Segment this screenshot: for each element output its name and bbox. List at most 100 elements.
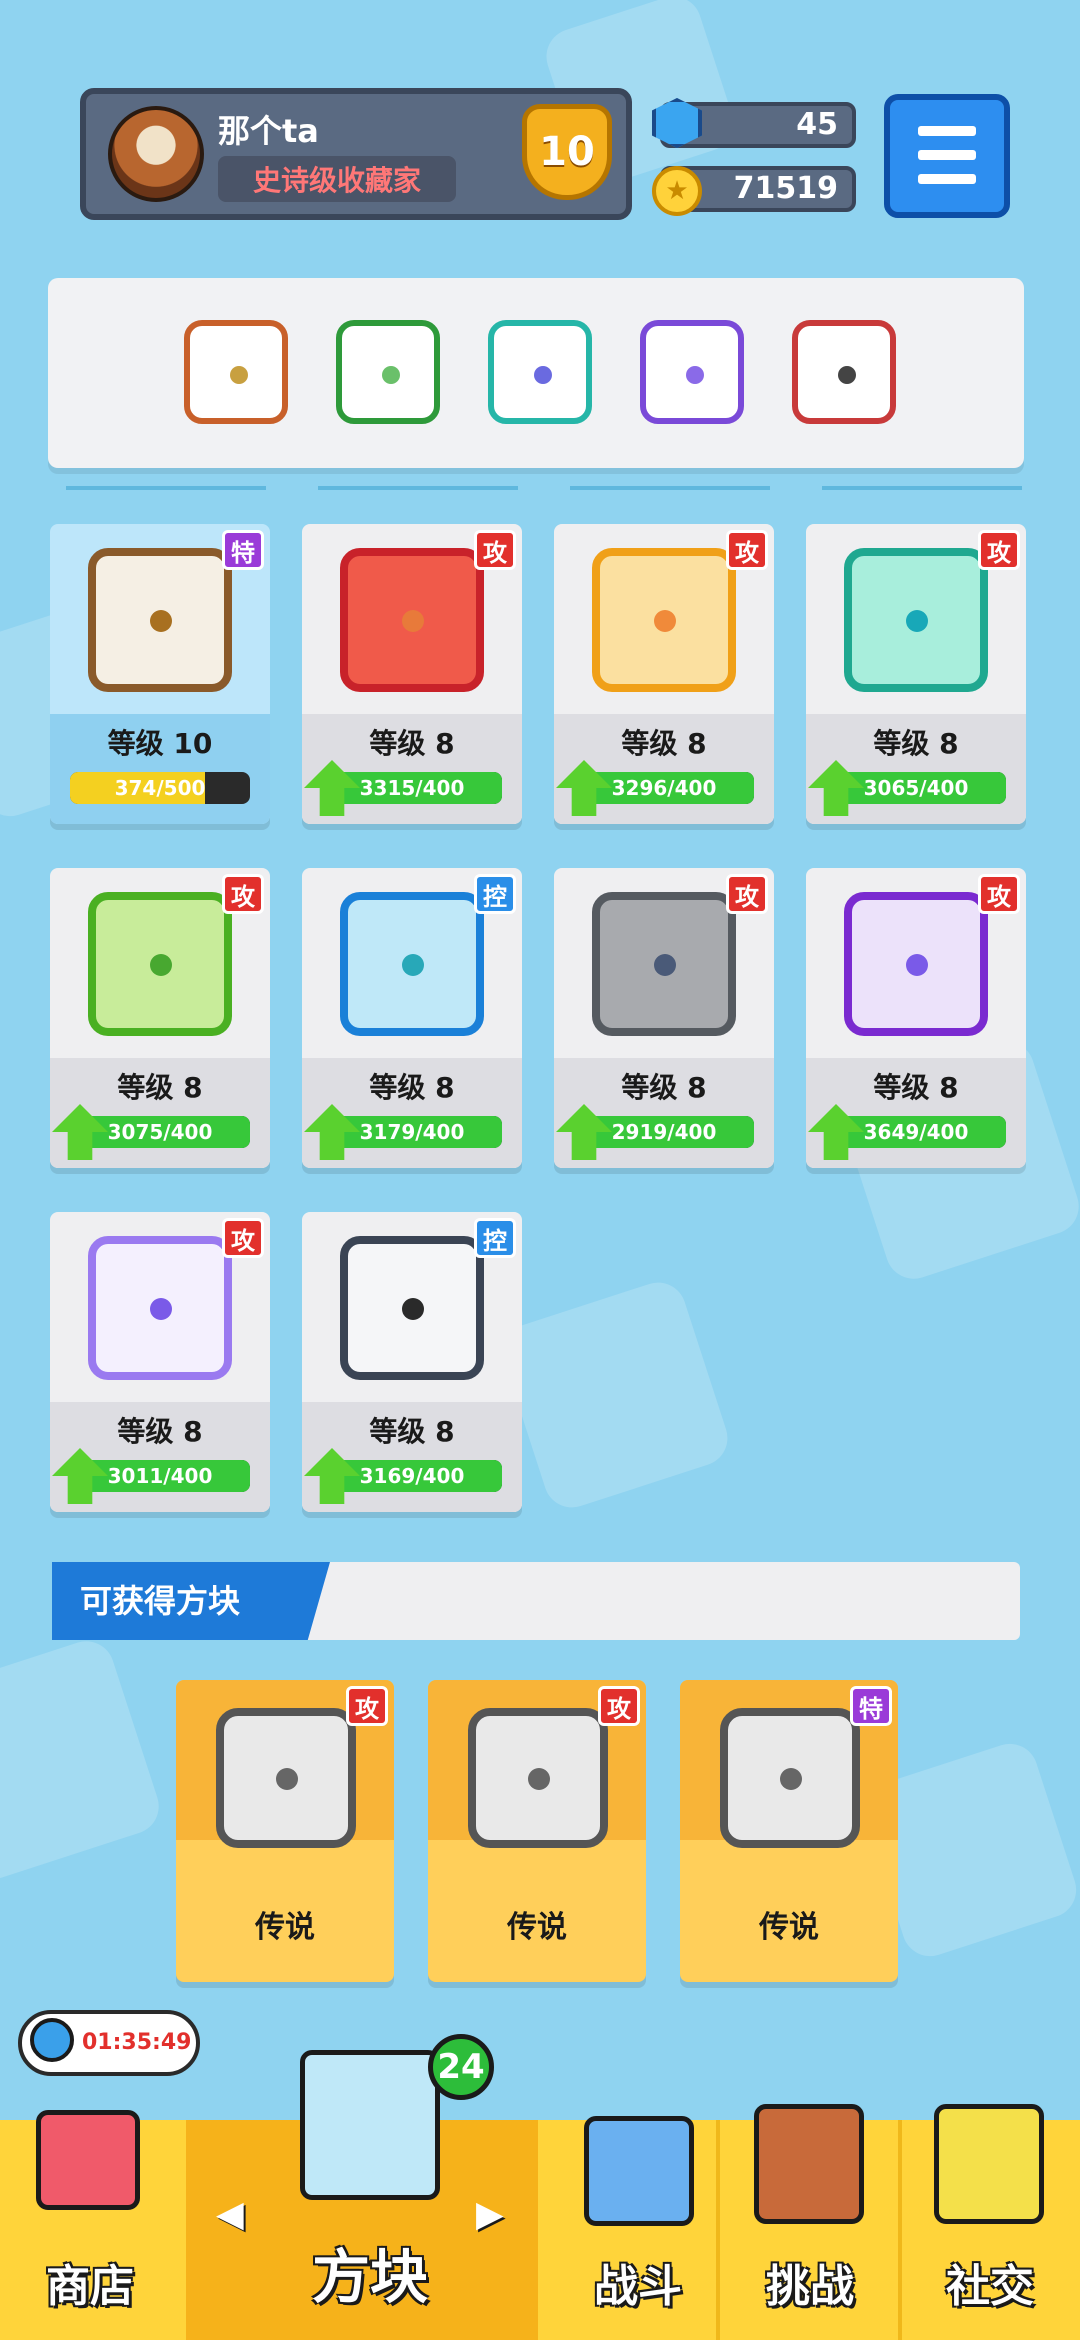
progress-text: 374/500 bbox=[114, 776, 206, 800]
deck-slot-1[interactable] bbox=[184, 320, 288, 424]
block-tile bbox=[88, 1236, 232, 1380]
block-card-gear[interactable]: 攻 等级 8 2919/400 bbox=[554, 868, 774, 1168]
type-tag-special: 特 bbox=[850, 1686, 892, 1726]
rank-badge: 10 bbox=[522, 104, 612, 200]
background-tile bbox=[495, 1275, 735, 1515]
nav-next-arrow-icon[interactable]: ▶ bbox=[476, 2194, 504, 2235]
pip-icon bbox=[276, 1768, 298, 1790]
card-level: 等级 8 bbox=[369, 1071, 455, 1104]
block-tile bbox=[340, 548, 484, 692]
progress-text: 3011/400 bbox=[107, 1464, 213, 1488]
type-tag-attack: 攻 bbox=[726, 874, 768, 914]
type-tag-attack: 攻 bbox=[222, 1218, 264, 1258]
deck-slot-4[interactable] bbox=[640, 320, 744, 424]
progress-text: 2919/400 bbox=[611, 1120, 717, 1144]
pip-icon bbox=[906, 954, 928, 976]
player-profile[interactable]: 那个ta 史诗级收藏家 10 bbox=[80, 88, 632, 220]
block-card-ice[interactable]: 控 等级 8 3179/400 bbox=[302, 868, 522, 1168]
legendary-card[interactable]: 特 传说 bbox=[680, 1680, 898, 1982]
pip-icon bbox=[150, 954, 172, 976]
social-icon[interactable] bbox=[934, 2104, 1044, 2224]
pip-icon bbox=[382, 366, 400, 384]
avatar[interactable] bbox=[108, 106, 204, 202]
card-level: 等级 8 bbox=[873, 1071, 959, 1104]
block-tile bbox=[844, 548, 988, 692]
blocks-icon[interactable] bbox=[300, 2050, 440, 2200]
deck-slot-5[interactable] bbox=[792, 320, 896, 424]
nav-blocks[interactable]: 方块 bbox=[290, 2230, 450, 2314]
type-tag-attack: 攻 bbox=[726, 530, 768, 570]
block-card-electric[interactable]: 攻 等级 8 3296/400 bbox=[554, 524, 774, 824]
nav-prev-arrow-icon[interactable]: ◀ bbox=[216, 2194, 244, 2235]
card-level: 等级 8 bbox=[621, 1071, 707, 1104]
block-card-cycle[interactable]: 攻 等级 8 3649/400 bbox=[806, 868, 1026, 1168]
nav-divider bbox=[716, 2120, 720, 2340]
type-tag-attack: 攻 bbox=[346, 1686, 388, 1726]
deck-slot-3[interactable] bbox=[488, 320, 592, 424]
type-tag-attack: 攻 bbox=[598, 1686, 640, 1726]
player-title: 史诗级收藏家 bbox=[218, 156, 456, 202]
menu-icon bbox=[918, 174, 976, 184]
block-tile bbox=[216, 1708, 356, 1848]
pip-icon bbox=[402, 610, 424, 632]
block-card-fire[interactable]: 攻 等级 8 3315/400 bbox=[302, 524, 522, 824]
block-tile bbox=[88, 548, 232, 692]
menu-icon bbox=[918, 150, 976, 160]
divider bbox=[570, 486, 770, 490]
legendary-card[interactable]: 攻 传说 bbox=[176, 1680, 394, 1982]
coin-icon: ★ bbox=[652, 166, 702, 216]
card-level: 等级 8 bbox=[117, 1071, 203, 1104]
block-card-poison[interactable]: 攻 等级 8 3075/400 bbox=[50, 868, 270, 1168]
block-tile bbox=[844, 892, 988, 1036]
pip-icon bbox=[534, 366, 552, 384]
type-tag-special: 特 bbox=[222, 530, 264, 570]
pip-icon bbox=[150, 610, 172, 632]
nav-shop[interactable]: 商店 bbox=[20, 2250, 160, 2314]
block-tile bbox=[592, 892, 736, 1036]
rarity-label: 传说 bbox=[759, 1910, 819, 1945]
block-card-mystery[interactable]: 特 等级 10 374/500 bbox=[50, 524, 270, 824]
obtainable-header: 可获得方块 bbox=[52, 1562, 1020, 1640]
obtainable-title: 可获得方块 bbox=[52, 1562, 330, 1640]
block-tile bbox=[340, 1236, 484, 1380]
block-tile bbox=[88, 892, 232, 1036]
blocks-count-badge: 24 bbox=[428, 2034, 494, 2100]
pip-icon bbox=[906, 610, 928, 632]
legendary-card[interactable]: 攻 传说 bbox=[428, 1680, 646, 1982]
pip-icon bbox=[150, 1298, 172, 1320]
block-card-lock[interactable]: 控 等级 8 3169/400 bbox=[302, 1212, 522, 1512]
menu-button[interactable] bbox=[884, 94, 1010, 218]
progress-text: 3075/400 bbox=[107, 1120, 213, 1144]
block-card-wind[interactable]: 攻 等级 8 3065/400 bbox=[806, 524, 1026, 824]
battle-icon[interactable] bbox=[584, 2116, 694, 2226]
pip-icon bbox=[402, 954, 424, 976]
pip-icon bbox=[230, 366, 248, 384]
progress-text: 3296/400 bbox=[611, 776, 717, 800]
background-tile bbox=[0, 1633, 167, 1887]
card-level: 等级 8 bbox=[621, 727, 707, 760]
nav-challenge[interactable]: 挑战 bbox=[740, 2250, 880, 2314]
type-tag-control: 控 bbox=[474, 874, 516, 914]
nav-social[interactable]: 社交 bbox=[920, 2250, 1060, 2314]
divider bbox=[822, 486, 1022, 490]
lock-icon bbox=[402, 1298, 424, 1320]
progress-text: 3649/400 bbox=[863, 1120, 969, 1144]
block-tile bbox=[340, 892, 484, 1036]
divider bbox=[318, 486, 518, 490]
clock-icon bbox=[30, 2018, 74, 2062]
shop-icon[interactable] bbox=[36, 2110, 140, 2210]
pip-icon bbox=[654, 954, 676, 976]
progress-text: 3169/400 bbox=[359, 1464, 465, 1488]
card-level: 等级 8 bbox=[369, 727, 455, 760]
player-name: 那个ta bbox=[218, 112, 319, 150]
bottom-nav bbox=[0, 2120, 1080, 2340]
menu-icon bbox=[918, 126, 976, 136]
nav-battle[interactable]: 战斗 bbox=[568, 2250, 708, 2314]
block-card-random[interactable]: 攻 等级 8 3011/400 bbox=[50, 1212, 270, 1512]
progress-text: 3065/400 bbox=[863, 776, 969, 800]
progress-text: 3179/400 bbox=[359, 1120, 465, 1144]
deck-slot-2[interactable] bbox=[336, 320, 440, 424]
pip-icon bbox=[654, 610, 676, 632]
type-tag-attack: 攻 bbox=[978, 530, 1020, 570]
challenge-icon[interactable] bbox=[754, 2104, 864, 2224]
